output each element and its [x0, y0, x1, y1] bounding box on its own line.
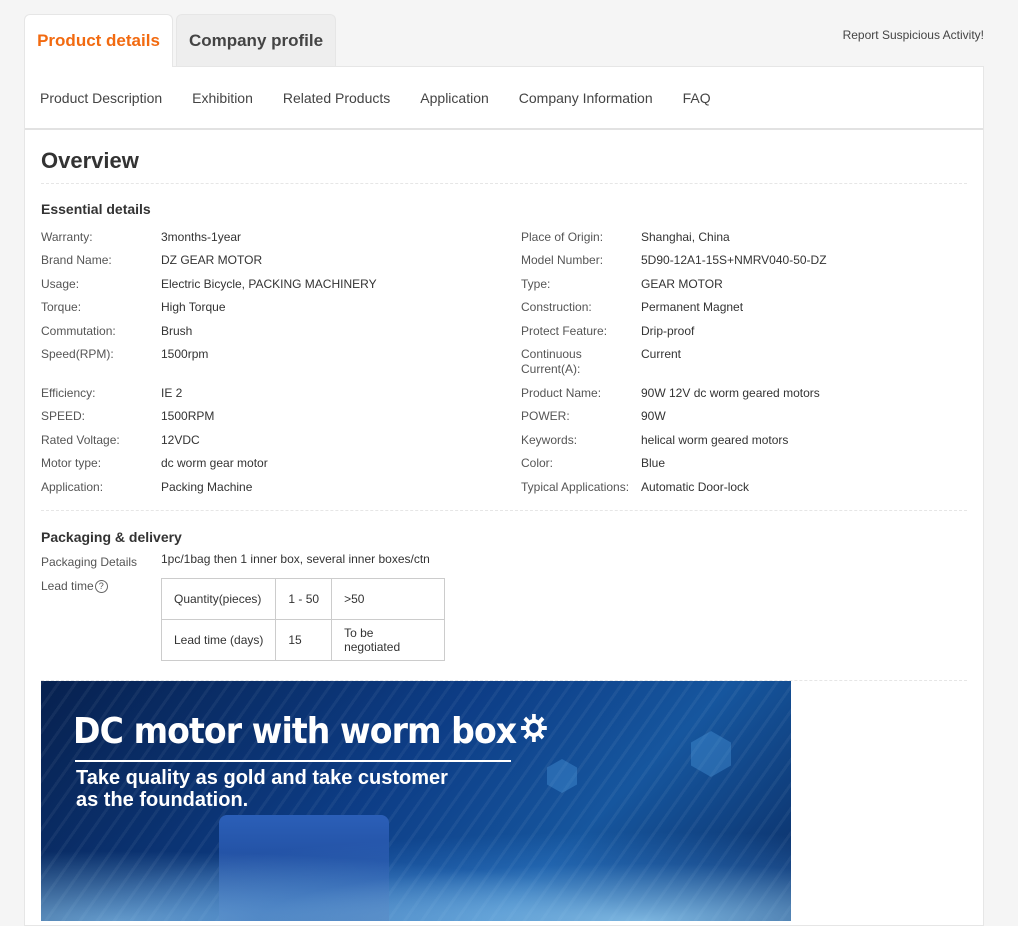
gear-icon: [520, 711, 548, 752]
detail-label: Torque:: [41, 300, 82, 314]
detail-value: 90W 12V dc worm geared motors: [641, 386, 820, 400]
detail-value: GEAR MOTOR: [641, 277, 723, 291]
detail-label: Product Name:: [521, 386, 602, 400]
table-cell: Quantity(pieces): [160, 578, 277, 620]
detail-value: Packing Machine: [161, 480, 253, 494]
detail-value: dc worm gear motor: [161, 456, 268, 470]
detail-label: Speed(RPM):: [41, 347, 114, 361]
table-cell: >50: [331, 578, 446, 620]
report-suspicious-link[interactable]: Report Suspicious Activity!: [843, 28, 984, 42]
lead-time-label-text: Lead time: [41, 579, 94, 593]
detail-label: Typical Applications:: [521, 480, 630, 494]
overview-title: Overview: [41, 148, 139, 173]
detail-label: Color:: [521, 456, 554, 470]
product-panel: Product Description Exhibition Related P…: [24, 66, 984, 926]
table-row: Quantity(pieces) 1 - 50 >50: [160, 578, 446, 620]
detail-label: POWER:: [521, 409, 570, 423]
detail-label: Commutation:: [41, 324, 116, 338]
detail-value: Permanent Magnet: [641, 300, 744, 314]
detail-value: 90W: [641, 409, 666, 423]
essential-details-grid: Warranty: 3months-1year Place of Origin: Sh…: [41, 217, 967, 517]
detail-label: Place of Origin:: [521, 230, 604, 244]
banner-glow: [41, 831, 791, 921]
product-banner-image: DC motor with worm box Take quality as g…: [41, 681, 791, 921]
banner-title-text: DC motor with worm box: [73, 711, 517, 752]
detail-label: Rated Voltage:: [41, 433, 120, 447]
detail-label: Continuous Current(A):: [521, 347, 582, 376]
detail-value: High Torque: [161, 300, 226, 314]
detail-value: Automatic Door-lock: [641, 480, 750, 494]
detail-label: Motor type:: [41, 456, 102, 470]
detail-label: Usage:: [41, 277, 80, 291]
top-tabs: Product details Company profile: [24, 14, 984, 67]
detail-label: Model Number:: [521, 253, 604, 267]
detail-value: 1500RPM: [161, 409, 215, 423]
table-cell: Lead time (days): [160, 619, 277, 661]
detail-label: Keywords:: [521, 433, 578, 447]
banner-title: DC motor with worm box: [73, 711, 548, 752]
detail-value: 3months-1year: [161, 230, 242, 244]
nav-application[interactable]: Application: [420, 90, 489, 106]
detail-value: IE 2: [161, 386, 183, 400]
nav-exhibition[interactable]: Exhibition: [192, 90, 253, 106]
table-row: Lead time (days) 15 To be negotiated: [160, 619, 446, 661]
divider: [41, 510, 967, 511]
detail-label: Efficiency:: [41, 386, 96, 400]
lead-time-label: Lead time?: [41, 579, 108, 594]
detail-label: Construction:: [521, 300, 592, 314]
detail-value: 1500rpm: [161, 347, 209, 361]
detail-value: helical worm geared motors: [641, 433, 789, 447]
banner-subtitle-line: Take quality as gold and take customer: [76, 767, 448, 789]
detail-label: Brand Name:: [41, 253, 112, 267]
detail-label: Type:: [521, 277, 551, 291]
banner-subtitle-line: as the foundation.: [76, 789, 249, 811]
nav-product-description[interactable]: Product Description: [40, 90, 162, 106]
tab-product-details[interactable]: Product details: [24, 14, 173, 67]
detail-value: Drip-proof: [641, 324, 695, 338]
packaging-details-value: 1pc/1bag then 1 inner box, several inner…: [161, 552, 430, 566]
banner-underline: [75, 760, 511, 762]
overview-content: Overview Essential details Warranty: 3mon…: [25, 130, 983, 921]
table-cell: To be negotiated: [331, 619, 446, 661]
detail-value: 5D90-12A1-15S+NMRV040-50-DZ: [641, 253, 827, 267]
detail-label: Application:: [41, 480, 104, 494]
packaging-details-label: Packaging Details: [41, 555, 138, 569]
detail-label: Warranty:: [41, 230, 93, 244]
divider: [41, 183, 967, 184]
banner-subtitle: Take quality as gold and take customer a…: [76, 767, 536, 811]
section-nav: Product Description Exhibition Related P…: [25, 67, 983, 130]
detail-label: Protect Feature:: [521, 324, 608, 338]
nav-faq[interactable]: FAQ: [683, 90, 711, 106]
table-cell: 15: [275, 619, 333, 661]
detail-value: Electric Bicycle, PACKING MACHINERY: [161, 277, 377, 291]
detail-value: Current: [641, 347, 682, 361]
detail-value: DZ GEAR MOTOR: [161, 253, 263, 267]
help-icon[interactable]: ?: [94, 580, 108, 594]
nav-company-information[interactable]: Company Information: [519, 90, 653, 106]
packaging-title: Packaging & delivery: [41, 529, 182, 545]
detail-value: 12VDC: [161, 433, 200, 447]
detail-value: Blue: [641, 456, 666, 470]
detail-value: Shanghai, China: [641, 230, 730, 244]
nav-related-products[interactable]: Related Products: [283, 90, 390, 106]
table-cell: 1 - 50: [275, 578, 333, 620]
tab-company-profile[interactable]: Company profile: [176, 14, 336, 66]
detail-label: SPEED:: [41, 409, 86, 423]
detail-value: Brush: [161, 324, 193, 338]
lead-time-table: Quantity(pieces) 1 - 50 >50 Lead time (d…: [160, 578, 446, 661]
essential-details-title: Essential details: [41, 201, 151, 217]
